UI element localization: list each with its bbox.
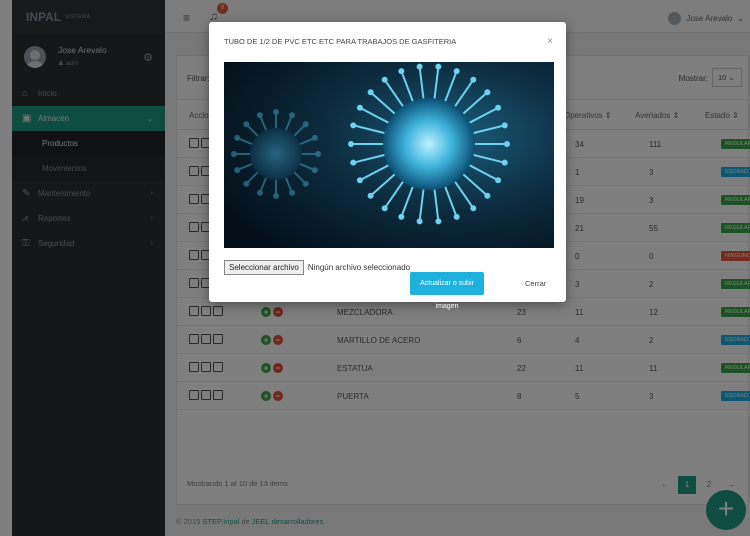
- upload-image-button[interactable]: Actualizar o subir imagen: [410, 272, 484, 310]
- file-picker: Seleccionar archivo Ningún archivo selec…: [224, 260, 410, 275]
- product-image: [224, 62, 554, 248]
- cancel-button[interactable]: Cerrar: [525, 279, 546, 288]
- choose-file-button[interactable]: Seleccionar archivo: [224, 260, 304, 275]
- modal-title: TUBO DE 1/2 DE PVC ETC ETC PARA TRABAJOS…: [224, 37, 457, 46]
- image-upload-modal: TUBO DE 1/2 DE PVC ETC ETC PARA TRABAJOS…: [209, 22, 566, 310]
- close-icon[interactable]: ×: [547, 36, 553, 47]
- file-status: Ningún archivo seleccionado: [307, 263, 411, 272]
